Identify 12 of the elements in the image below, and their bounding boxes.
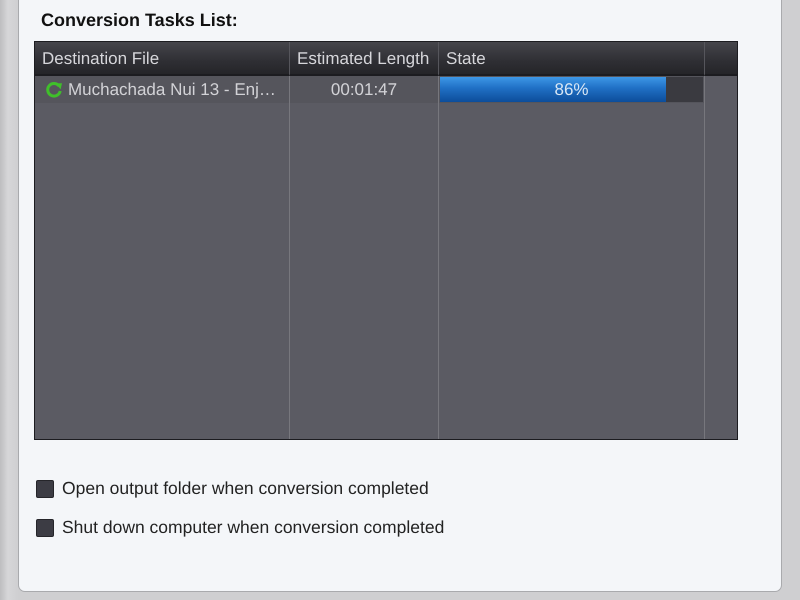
checkbox-label[interactable]: Open output folder when conversion completed (62, 478, 429, 499)
refresh-icon (45, 80, 63, 98)
column-header[interactable]: Estimated Length (290, 42, 439, 76)
checkbox[interactable] (36, 480, 54, 498)
column-header[interactable]: State (439, 42, 705, 76)
table-cell: 00:01:47 (290, 76, 439, 103)
progress-reading: 86% (554, 79, 589, 101)
file-name: Muchachada Nui 13 - Enj… (68, 80, 276, 100)
checkbox-label[interactable]: Shut down computer when conversion completed (62, 517, 444, 538)
checkbox[interactable] (36, 518, 54, 536)
column-header[interactable]: Destination File (35, 42, 290, 76)
section-title: Conversion Tasks List: (41, 10, 238, 31)
